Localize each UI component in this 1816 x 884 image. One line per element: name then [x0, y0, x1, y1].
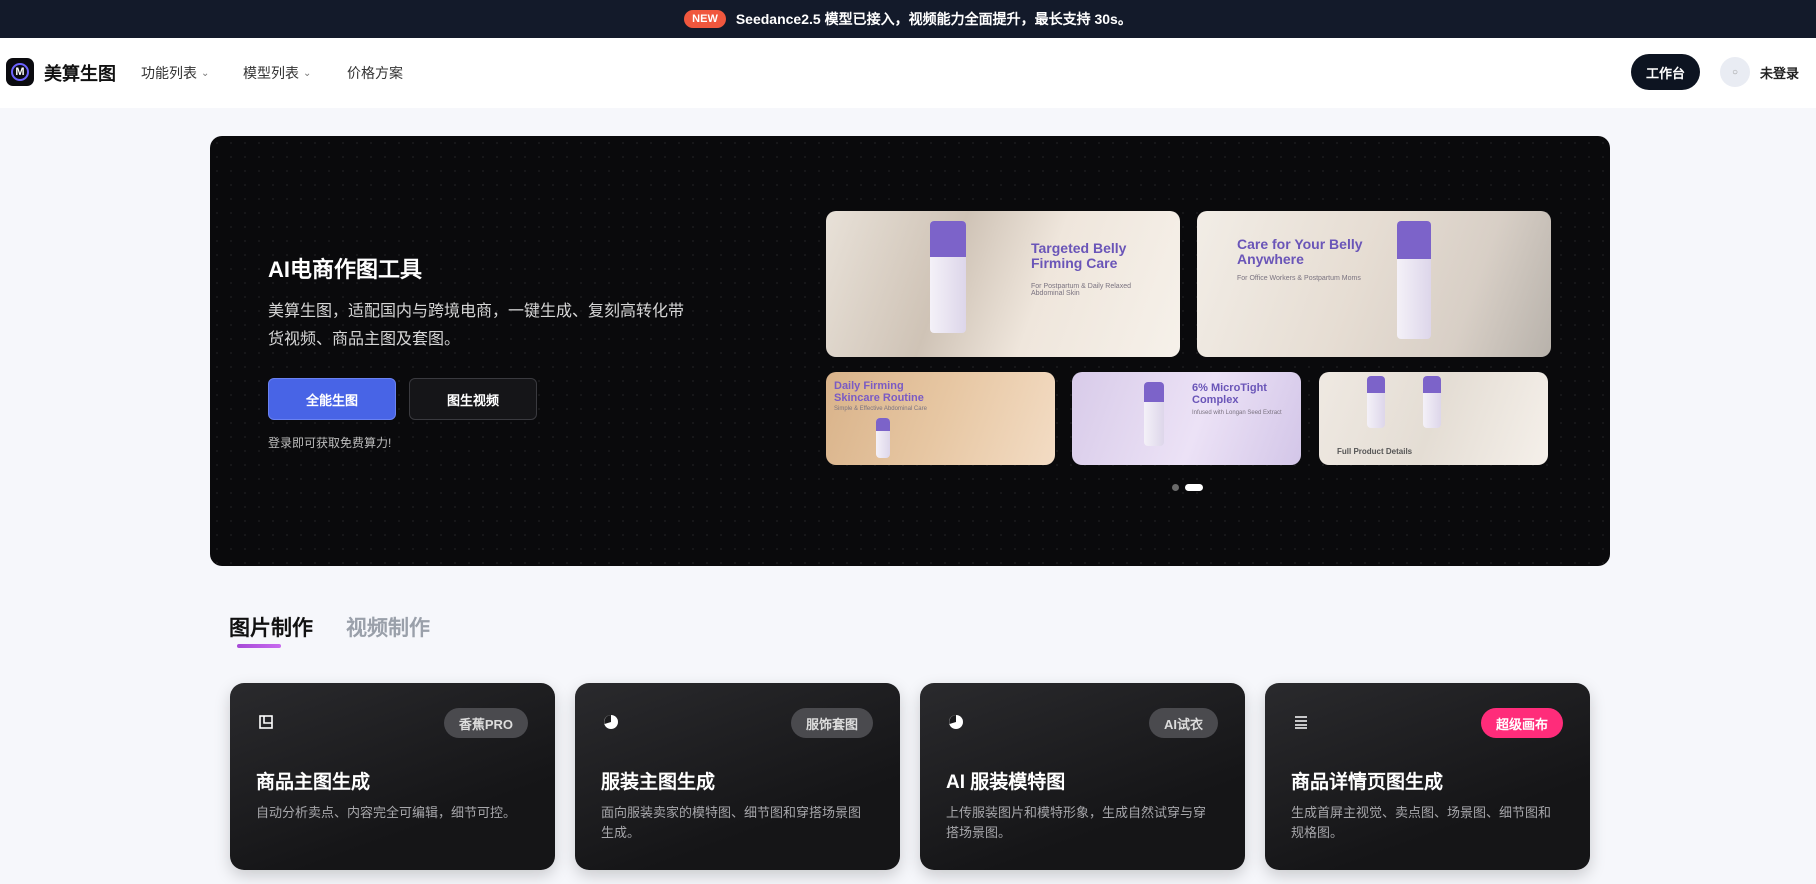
nav-models-label: 模型列表	[243, 65, 299, 81]
carousel-image-title: Targeted Belly Firming Care	[1031, 240, 1127, 271]
card-description: 面向服装卖家的模特图、细节图和穿搭场景图生成。	[601, 805, 862, 840]
card-badge: 超级画布	[1480, 708, 1563, 738]
carousel-image-title: Full Product Details	[1337, 447, 1413, 456]
carousel-image-title: Care for Your Belly Anywhere	[1237, 236, 1363, 267]
pie-icon	[947, 713, 965, 731]
carousel-image[interactable]: Daily Firming Skincare Routine Simple & …	[826, 372, 1055, 465]
tab-image-production[interactable]: 图片制作	[229, 612, 313, 642]
all-in-one-generate-button[interactable]: 全能生图	[268, 378, 396, 420]
card-badge: 服饰套图	[790, 708, 873, 738]
announcement-bar: NEW Seedance2.5 模型已接入，视频能力全面提升，最长支持 30s。	[0, 0, 1816, 38]
carousel-dots	[1172, 484, 1203, 491]
product-bottle-image	[930, 221, 966, 333]
carousel-image[interactable]: 6% MicroTight Complex Infused with Longa…	[1072, 372, 1301, 465]
card-description: 自动分析卖点、内容完全可编辑，细节可控。	[256, 805, 517, 820]
new-badge: NEW	[684, 10, 726, 28]
top-nav: M 美算生图 功能列表 ⌄ 模型列表 ⌄ 价格方案 工作台 ○ 未登录	[0, 38, 1816, 108]
chevron-down-icon: ⌄	[303, 67, 312, 79]
product-bottle-image	[1397, 221, 1431, 339]
nav-features-label: 功能列表	[141, 65, 197, 81]
active-tab-indicator	[237, 644, 281, 648]
carousel-image-subtitle: Simple & Effective Abdominal Care	[834, 406, 927, 412]
workspace-button[interactable]: 工作台	[1631, 54, 1700, 90]
image-layout-icon	[257, 713, 275, 731]
nav-pricing-label: 价格方案	[347, 65, 403, 81]
carousel-image-subtitle: For Office Workers & Postpartum Moms	[1237, 275, 1361, 282]
hero-note: 登录即可获取免费算力!	[268, 436, 392, 450]
carousel-image-subtitle: For Postpartum & Daily Relaxed Abdominal…	[1031, 283, 1131, 297]
image-to-video-button[interactable]: 图生视频	[409, 378, 537, 420]
list-icon	[1292, 713, 1310, 731]
nav-pricing[interactable]: 价格方案	[347, 63, 403, 83]
feature-card-product-main-image[interactable]: 香蕉PRO 商品主图生成 自动分析卖点、内容完全可编辑，细节可控。	[230, 683, 555, 870]
product-bottle-image	[1367, 376, 1385, 428]
carousel-image-title: 6% MicroTight Complex	[1192, 382, 1267, 406]
chevron-down-icon: ⌄	[201, 67, 210, 79]
feature-card-detail-page[interactable]: 超级画布 商品详情页图生成 生成首屏主视觉、卖点图、场景图、细节图和规格图。	[1265, 683, 1590, 870]
carousel-image[interactable]: Full Product Details	[1319, 372, 1548, 465]
nav-features[interactable]: 功能列表 ⌄	[141, 63, 209, 83]
card-title: 商品主图生成	[256, 772, 371, 793]
avatar: ○	[1720, 57, 1750, 87]
product-bottle-image	[876, 418, 890, 458]
carousel-image[interactable]: Targeted Belly Firming Care For Postpart…	[826, 211, 1180, 357]
feature-card-ai-apparel-model[interactable]: AI试衣 AI 服装模特图 上传服装图片和模特形象，生成自然试穿与穿搭场景图。	[920, 683, 1245, 870]
login-label: 未登录	[1760, 65, 1800, 81]
carousel-image-title: Daily Firming Skincare Routine	[834, 380, 924, 404]
card-description: 上传服装图片和模特形象，生成自然试穿与穿搭场景图。	[946, 805, 1207, 840]
card-title: AI 服装模特图	[946, 772, 1066, 793]
login-button[interactable]: ○ 未登录	[1720, 54, 1810, 90]
card-title: 商品详情页图生成	[1291, 772, 1444, 793]
carousel-dot-active[interactable]	[1185, 484, 1203, 491]
card-badge: 香蕉PRO	[443, 708, 528, 738]
feature-card-apparel-main-image[interactable]: 服饰套图 服装主图生成 面向服装卖家的模特图、细节图和穿搭场景图生成。	[575, 683, 900, 870]
hero-banner: AI电商作图工具 美算生图，适配国内与跨境电商，一键生成、复刻高转化带货视频、商…	[210, 136, 1610, 566]
pie-icon	[602, 713, 620, 731]
logo-icon[interactable]: M	[6, 58, 34, 86]
card-title: 服装主图生成	[601, 772, 716, 793]
logo-letter: M	[11, 63, 29, 81]
carousel-dot[interactable]	[1172, 484, 1179, 491]
announcement-text: Seedance2.5 模型已接入，视频能力全面提升，最长支持 30s。	[735, 11, 1132, 27]
brand-name[interactable]: 美算生图	[44, 60, 116, 86]
carousel-image-subtitle: Infused with Longan Seed Extract	[1192, 410, 1282, 416]
carousel-image[interactable]: Care for Your Belly Anywhere For Office …	[1197, 211, 1551, 357]
card-badge: AI试衣	[1148, 708, 1218, 738]
nav-models[interactable]: 模型列表 ⌄	[243, 63, 311, 83]
card-description: 生成首屏主视觉、卖点图、场景图、细节图和规格图。	[1291, 805, 1552, 840]
product-bottle-image	[1144, 382, 1164, 446]
hero-title: AI电商作图工具	[268, 257, 423, 282]
tab-video-production[interactable]: 视频制作	[346, 612, 430, 642]
product-bottle-image	[1423, 376, 1441, 428]
hero-description: 美算生图，适配国内与跨境电商，一键生成、复刻高转化带货视频、商品主图及套图。	[268, 303, 685, 348]
